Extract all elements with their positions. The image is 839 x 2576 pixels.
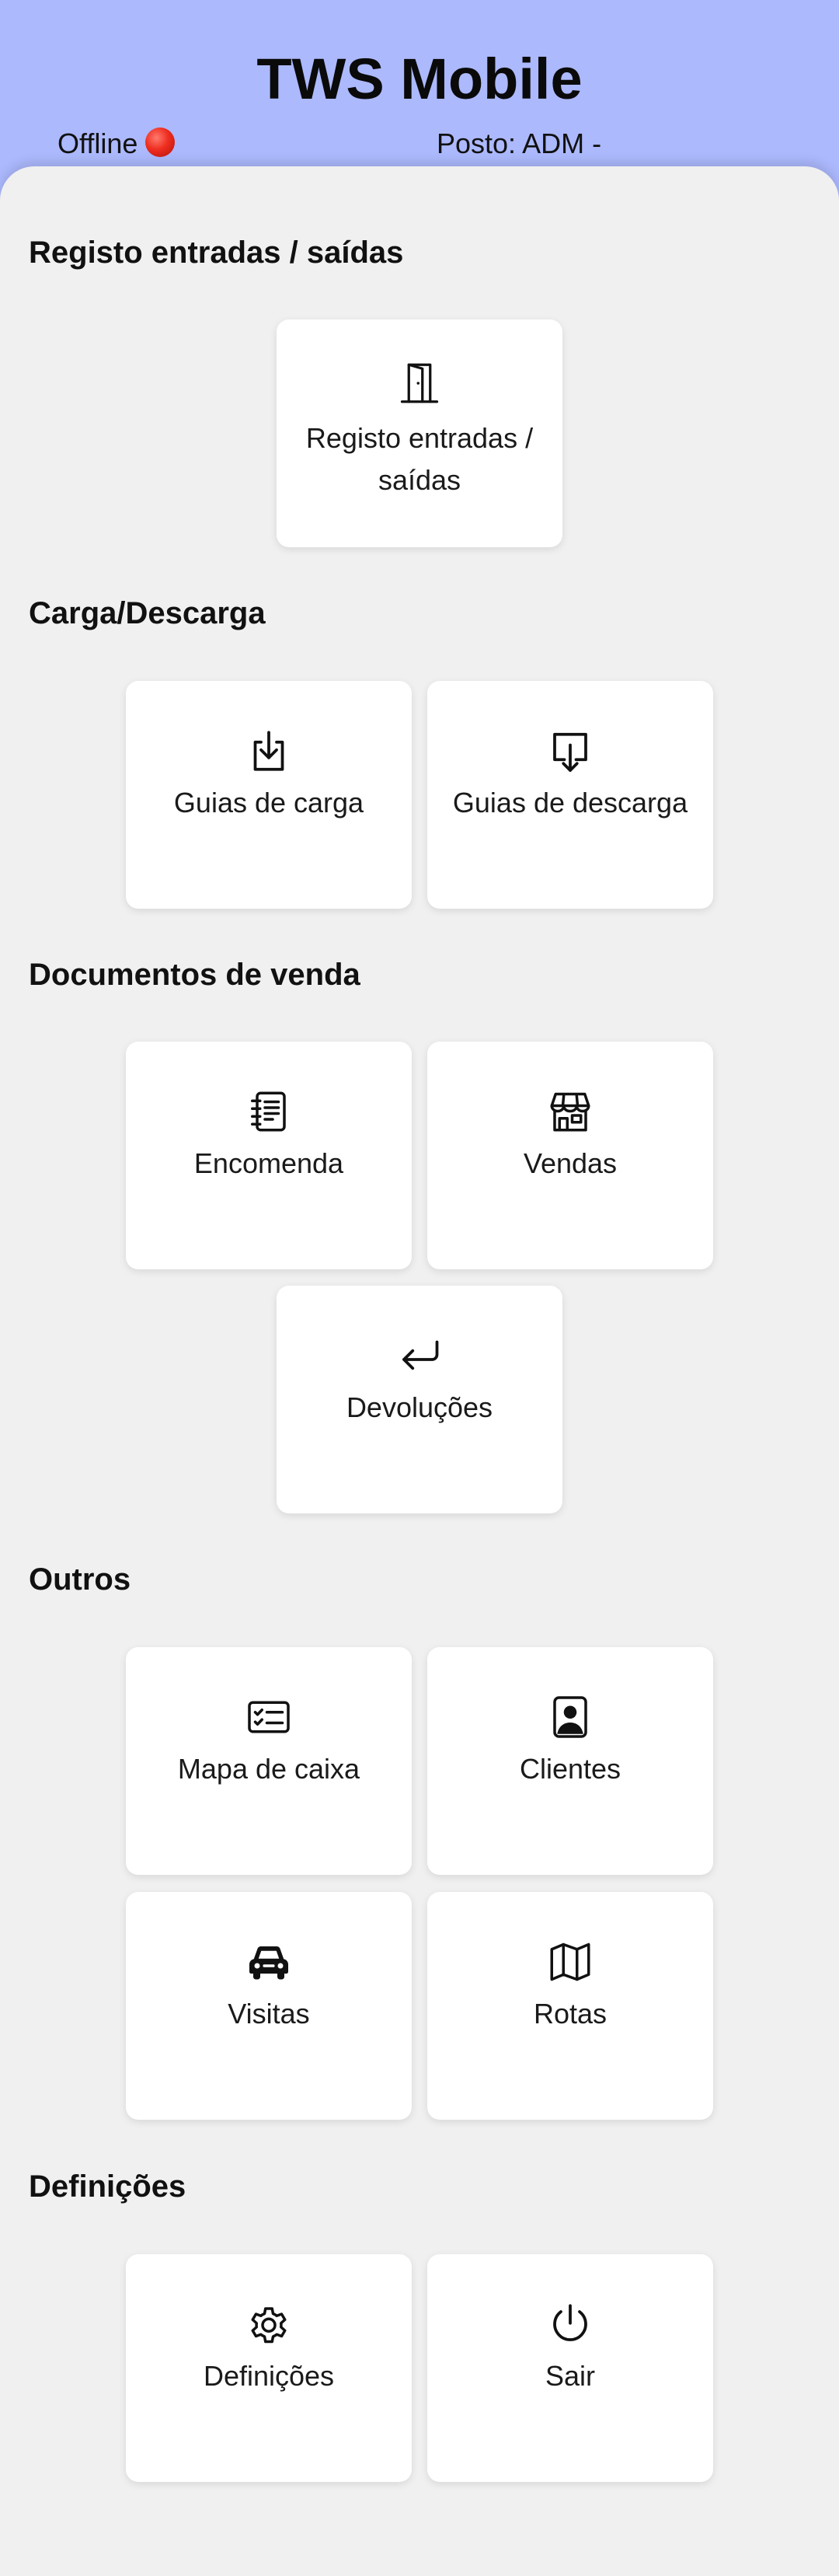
definicoes-label: Definições <box>203 2360 335 2392</box>
section-title-carga: Carga/Descarga <box>29 596 266 630</box>
shop-icon <box>427 1087 713 1136</box>
visitas-label: Visitas <box>228 1998 310 2030</box>
mapa-de-caixa-button[interactable]: Mapa de caixa <box>126 1647 412 1875</box>
contact-person-icon <box>427 1692 713 1742</box>
registo-entradas-saidas-button[interactable]: Registo entradas / saídas <box>277 319 562 547</box>
encomenda-button[interactable]: Encomenda <box>126 1042 412 1269</box>
encomenda-label: Encomenda <box>193 1147 344 1179</box>
power-icon <box>427 2299 713 2349</box>
clientes-label: Clientes <box>519 1753 621 1785</box>
devolucoes-label: Devoluções <box>346 1391 493 1423</box>
section-title-registo: Registo entradas / saídas <box>29 236 404 270</box>
section-title-documentos: Documentos de venda <box>29 958 360 992</box>
download-tray-icon <box>126 726 412 776</box>
sair-button[interactable]: Sair <box>427 2254 713 2482</box>
visitas-button[interactable]: Visitas <box>126 1892 412 2120</box>
devolucoes-button[interactable]: Devoluções <box>277 1286 562 1513</box>
posto-label: Posto: ADM - <box>437 127 602 159</box>
gear-icon <box>126 2299 412 2349</box>
guias-de-descarga-label: Guias de descarga <box>452 787 688 819</box>
clientes-button[interactable]: Clientes <box>427 1647 713 1875</box>
guias-de-carga-button[interactable]: Guias de carga <box>126 681 412 909</box>
vendas-label: Vendas <box>523 1147 618 1179</box>
checklist-card-icon <box>126 1692 412 1742</box>
registo-entradas-saidas-label: Registo entradas / saídas <box>305 422 534 496</box>
red-circle-icon <box>145 127 176 157</box>
vendas-button[interactable]: Vendas <box>427 1042 713 1269</box>
notebook-icon <box>126 1087 412 1136</box>
sair-label: Sair <box>545 2360 596 2392</box>
mapa-de-caixa-label: Mapa de caixa <box>177 1753 360 1785</box>
connection-status: Offline <box>57 126 176 162</box>
map-icon <box>427 1937 713 1987</box>
rotas-label: Rotas <box>533 1998 607 2030</box>
rotas-button[interactable]: Rotas <box>427 1892 713 2120</box>
section-title-definicoes: Definições <box>29 2169 186 2204</box>
return-arrow-icon <box>277 1331 562 1380</box>
connection-status-label: Offline <box>57 127 138 159</box>
door-icon <box>277 358 562 408</box>
app-title: TWS Mobile <box>256 47 583 111</box>
car-icon <box>126 1937 412 1987</box>
guias-de-carga-label: Guias de carga <box>173 787 364 819</box>
definicoes-button[interactable]: Definições <box>126 2254 412 2482</box>
download-box-icon <box>427 726 713 776</box>
section-title-outros: Outros <box>29 1562 131 1597</box>
guias-de-descarga-button[interactable]: Guias de descarga <box>427 681 713 909</box>
